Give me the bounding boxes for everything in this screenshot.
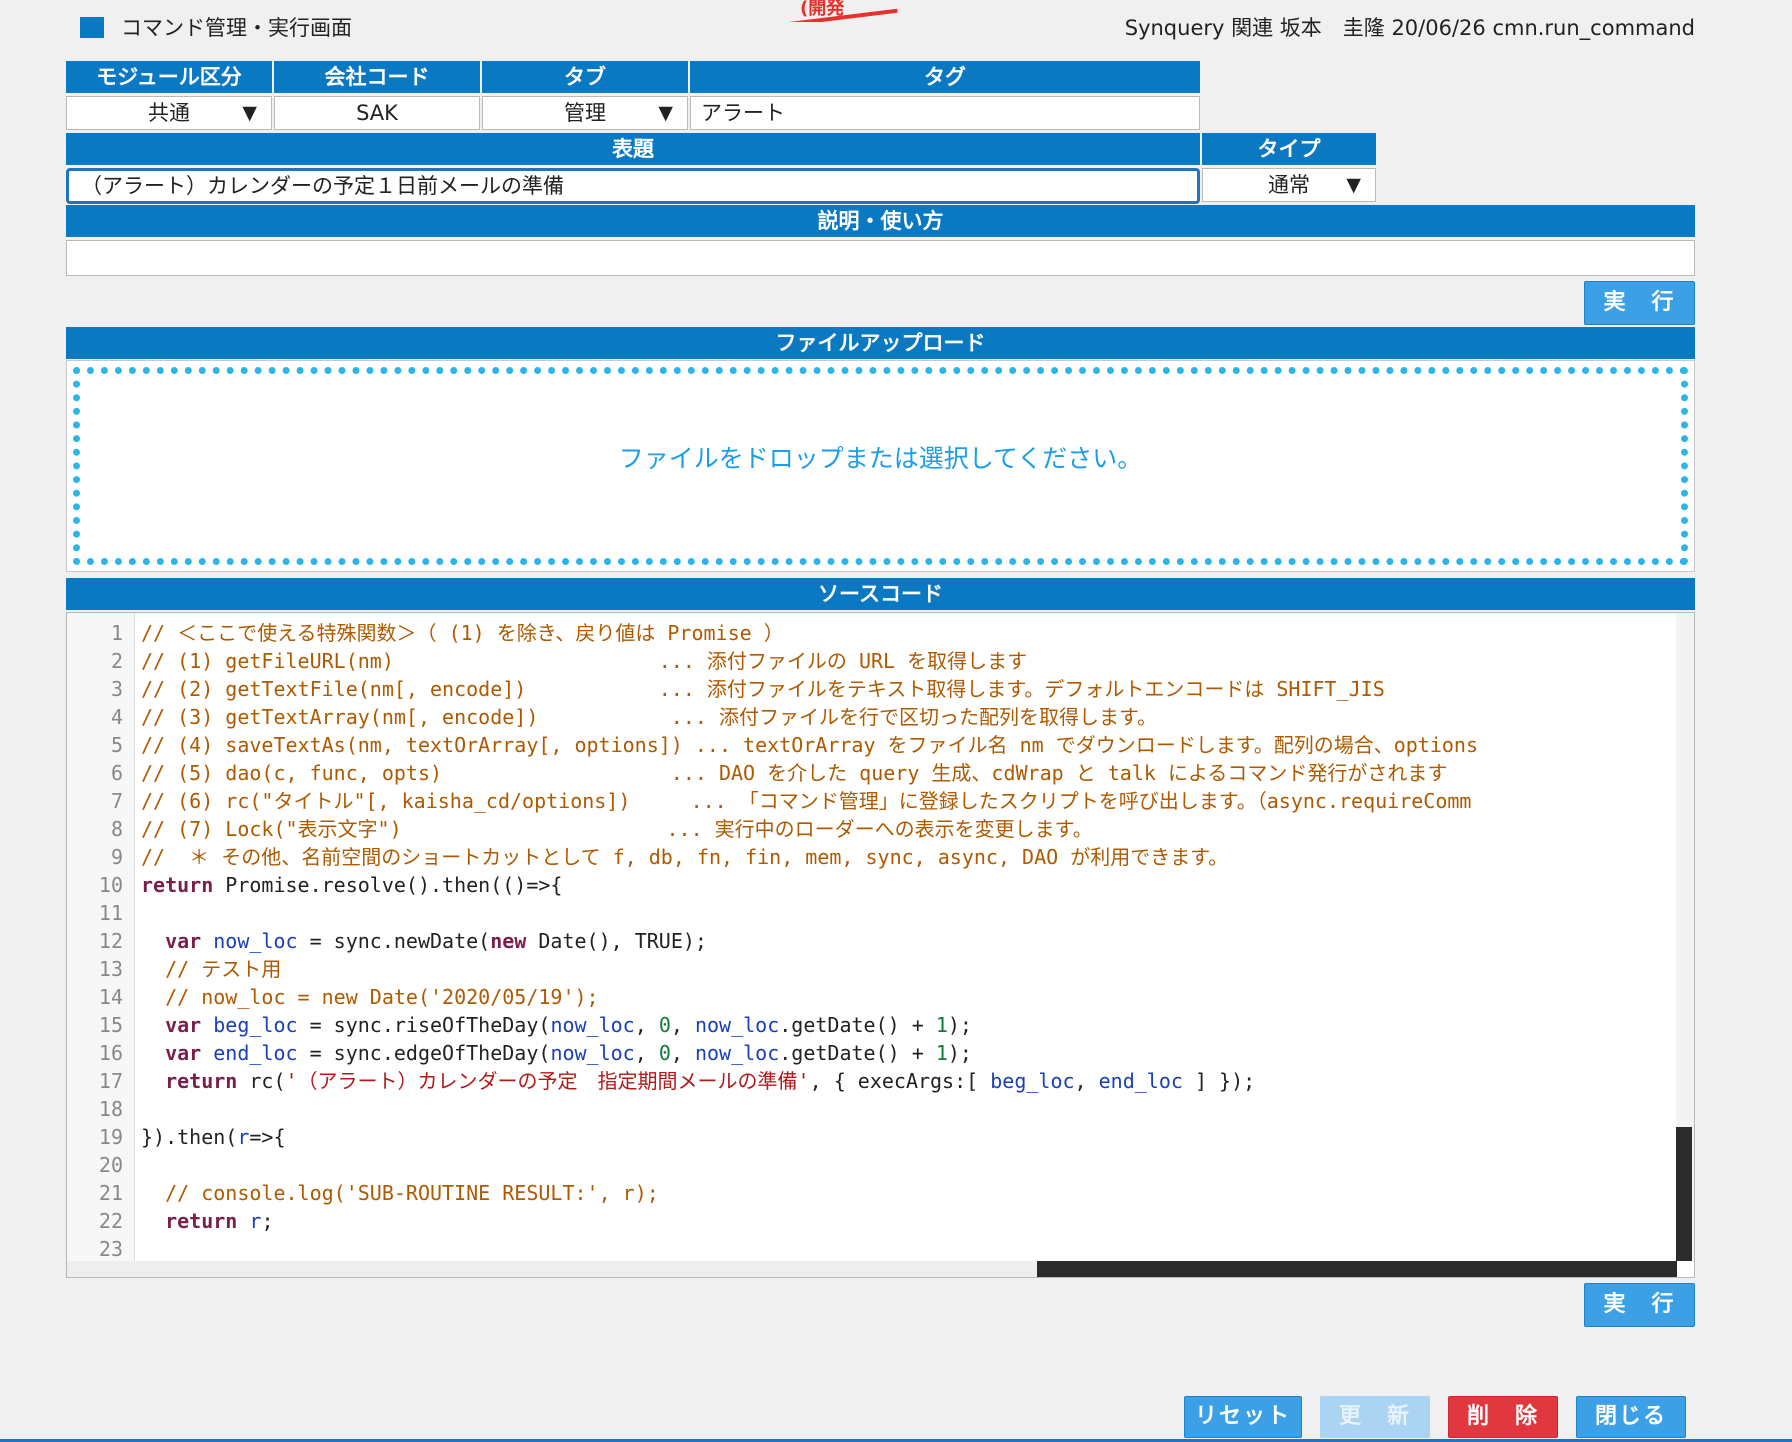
module-header: モジュール区分 [66,61,272,93]
line-number: 21 [98,1181,123,1205]
subject-input[interactable]: （アラート）カレンダーの予定１日前メールの準備 [66,168,1200,204]
code-line: // ＜ここで使える特殊関数＞（ (1) を除き、戻り値は Promise ） [141,621,784,645]
drop-zone-text: ファイルをドロップまたは選択してください。 [618,444,1143,473]
update-button[interactable]: 更 新 [1320,1396,1430,1438]
line-number: 15 [98,1013,123,1037]
code-line: var end_loc = sync.edgeOfTheDay(now_loc,… [165,1041,972,1065]
line-number: 18 [98,1097,123,1121]
code-line: // (2) getTextFile(nm[, encode]) ... 添付フ… [141,677,1385,701]
line-number: 17 [98,1069,123,1093]
line-number: 9 [110,845,123,869]
code-line: // テスト用 [165,957,282,981]
run-button-bottom[interactable]: 実 行 [1584,1283,1695,1327]
line-number: 7 [110,789,123,813]
line-number: 20 [98,1153,123,1177]
upload-header: ファイルアップロード [66,327,1695,359]
module-select[interactable]: 共通 ▼ [66,96,272,130]
code-line: // now_loc = new Date('2020/05/19'); [165,985,599,1009]
code-line: return Promise.resolve().then(()=>{ [141,873,563,897]
run-button-top[interactable]: 実 行 [1584,281,1695,325]
code-editor[interactable]: 1 2 3 4 5 6 7 8 9 10 11 12 13 14 15 16 17 18 19 20 21 22 23 //… [66,612,1695,1278]
code-line: // (6) rc("タイトル"[, kaisha_cd/options]) .… [141,789,1472,813]
stamp-text: (開発 [800,0,845,19]
environment-stamp: (開発 [770,0,900,22]
company-header: 会社コード [274,61,480,93]
dropdown-arrow-icon: ▼ [1346,174,1361,196]
type-header: タイプ [1202,133,1376,165]
module-select-value: 共通 [148,101,190,125]
line-number-gutter: 1 2 3 4 5 6 7 8 9 10 11 12 13 14 15 16 17 18 19 20 21 22 23 [67,613,135,1277]
code-line: // (1) getFileURL(nm) ... 添付ファイルの URL を取… [141,649,1028,673]
code-line: // (4) saveTextAs(nm, textOrArray[, opti… [141,733,1478,757]
line-number: 10 [98,873,123,897]
line-number: 6 [110,761,123,785]
line-number: 23 [98,1237,123,1261]
description-input[interactable] [66,240,1695,276]
code-line: return rc('（アラート）カレンダーの予定 指定期間メールの準備', {… [165,1069,1256,1093]
code-line: // (5) dao(c, func, opts) ... DAO を介した q… [141,761,1448,785]
subject-header: 表題 [66,133,1200,165]
dropdown-arrow-icon: ▼ [658,102,673,124]
line-number: 12 [98,929,123,953]
code-line: var beg_loc = sync.riseOfTheDay(now_loc,… [165,1013,972,1037]
user-info: Synquery 関連 坂本 圭隆 20/06/26 cmn.run_comma… [1124,16,1695,40]
code-line: // ＊ その他、名前空間のショートカットとして f, db, fn, fin,… [141,845,1229,869]
company-field-value: SAK [356,101,398,125]
reset-button[interactable]: リセット [1184,1396,1302,1438]
line-number: 3 [110,677,123,701]
horizontal-scroll-thumb[interactable] [1037,1261,1677,1277]
page-title: コマンド管理・実行画面 [121,16,352,40]
tab-header: タブ [482,61,688,93]
line-number: 1 [110,621,123,645]
code-line: return r; [165,1209,274,1233]
code-line: // (7) Lock("表示文字") ... 実行中のローダーへの表示を変更し… [141,817,1093,841]
tag-input[interactable]: アラート [690,96,1200,130]
delete-button[interactable]: 削 除 [1448,1396,1558,1438]
type-select-value: 通常 [1268,173,1310,197]
description-header: 説明・使い方 [66,205,1695,237]
line-number: 22 [98,1209,123,1233]
code-line: // console.log('SUB-ROUTINE RESULT:', r)… [165,1181,659,1205]
code-line: }).then(r=>{ [141,1125,286,1149]
line-number: 5 [110,733,123,757]
line-number: 4 [110,705,123,729]
tag-header: タグ [690,61,1200,93]
line-number: 8 [110,817,123,841]
vertical-scroll-thumb[interactable] [1676,1127,1692,1261]
code-line: var now_loc = sync.newDate(new Date(), T… [165,929,707,953]
file-drop-zone[interactable]: ファイルをドロップまたは選択してください。 [66,360,1695,572]
company-field[interactable]: SAK [274,96,480,130]
tab-select-value: 管理 [564,101,606,125]
source-header: ソースコード [66,578,1695,610]
code-line: // (3) getTextArray(nm[, encode]) ... 添付… [141,705,1157,729]
line-number: 11 [98,901,123,925]
type-select[interactable]: 通常 ▼ [1202,168,1376,202]
line-number: 19 [98,1125,123,1149]
tab-select[interactable]: 管理 ▼ [482,96,688,130]
close-button[interactable]: 閉じる [1576,1396,1686,1438]
title-square-icon [80,17,104,38]
line-number: 16 [98,1041,123,1065]
line-number: 13 [98,957,123,981]
line-number: 2 [110,649,123,673]
dropdown-arrow-icon: ▼ [242,102,257,124]
line-number: 14 [98,985,123,1009]
